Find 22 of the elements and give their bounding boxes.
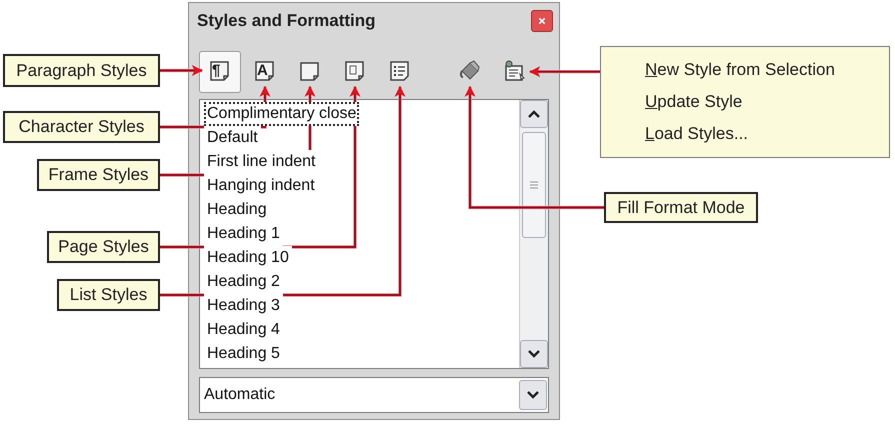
window-title: Styles and Formatting: [197, 10, 376, 31]
style-category-button[interactable]: A: [244, 50, 286, 93]
menu-item[interactable]: Load Styles...: [645, 124, 748, 144]
dropdown-value: Automatic: [204, 386, 276, 404]
leader-line: [529, 66, 600, 78]
callout-label: Fill Format Mode: [604, 192, 758, 223]
scrollbar[interactable]: [519, 100, 548, 368]
style-list-item[interactable]: Complimentary close: [204, 102, 360, 126]
callout-label: Character Styles: [3, 111, 160, 143]
callout-label: Page Styles: [47, 231, 160, 263]
menu-item[interactable]: Update Style: [645, 92, 742, 112]
style-filter-dropdown[interactable]: Automatic: [199, 377, 549, 413]
menu-item[interactable]: New Style from Selection: [645, 60, 835, 80]
caret-icon: [527, 391, 539, 400]
callout-label: Paragraph Styles: [3, 54, 160, 87]
style-category-button[interactable]: ¶: [199, 50, 241, 93]
leader-line: [160, 65, 203, 76]
close-button[interactable]: [531, 10, 553, 32]
style-list-item[interactable]: First line indent: [204, 150, 318, 174]
callout-label: List Styles: [57, 279, 160, 311]
grip-icon: [530, 180, 538, 189]
callout-label: Frame Styles: [37, 159, 160, 191]
